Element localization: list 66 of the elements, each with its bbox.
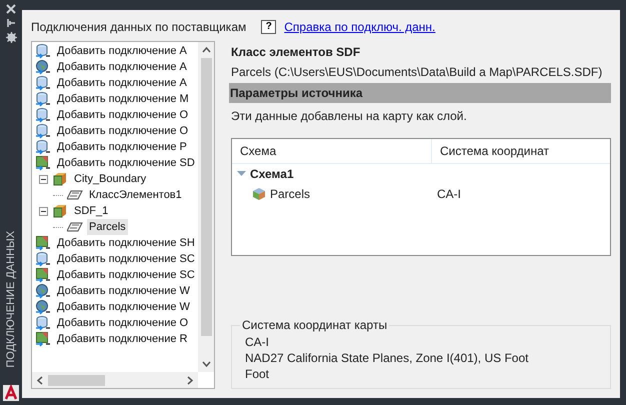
scroll-thumb[interactable] <box>48 374 105 386</box>
coordinate-system-text: CA-I <box>245 334 270 350</box>
globe-icon <box>35 59 51 75</box>
cube-icon <box>252 187 266 201</box>
scroll-thumb[interactable] <box>200 58 212 336</box>
database-icon <box>35 315 51 331</box>
help-icon[interactable]: ? <box>261 20 276 34</box>
schema-name[interactable]: Схема1 <box>250 165 294 183</box>
polygon-layer-icon <box>67 190 83 200</box>
tree-item[interactable]: Добавить подключение O <box>55 315 190 331</box>
horizontal-scrollbar[interactable] <box>32 372 198 388</box>
settings-icon[interactable] <box>6 32 16 43</box>
pin-icon[interactable] <box>6 18 16 28</box>
tree-item[interactable]: Parcels <box>87 219 128 235</box>
palette-title: ПОДКЛЮЧЕНИЕ ДАННЫХ <box>4 230 18 370</box>
table-cell-text: CA-I <box>436 186 461 203</box>
tree-item[interactable]: Добавить подключение O <box>55 107 190 123</box>
polygon-layer-icon <box>67 222 83 232</box>
tree-item[interactable]: SDF_1 <box>72 203 110 219</box>
database-icon <box>35 43 51 59</box>
database-icon <box>35 139 51 155</box>
globe-icon <box>35 283 51 299</box>
table-cell[interactable]: Parcels <box>270 185 310 203</box>
raster-icon <box>35 267 51 283</box>
database-icon <box>35 251 51 267</box>
tree-item[interactable]: Добавить подключение SC <box>55 251 197 267</box>
tree-item[interactable]: Добавить подключение M <box>55 91 191 107</box>
class-path: Parcels (C:\Users\EUS\Documents\Data\Build a Map\PARCELS.SDF) <box>231 64 604 80</box>
coordinate-system-text: Foot <box>245 366 270 382</box>
collapse-toggle[interactable] <box>39 206 48 216</box>
database-icon <box>35 107 51 123</box>
globe-icon <box>35 299 51 315</box>
raster-icon <box>35 235 51 251</box>
tree-item[interactable]: City_Boundary <box>72 171 148 187</box>
class-heading: Класс элементов SDF <box>231 44 362 60</box>
collapse-toggle[interactable] <box>39 174 48 184</box>
tree-item[interactable]: Добавить подключение R <box>55 331 190 347</box>
raster-icon <box>35 155 51 171</box>
help-link[interactable]: Справка по подключ. данн. <box>284 18 436 36</box>
coordinate-system-text: NAD27 California State Planes, Zone I(401), US Foot <box>245 350 530 366</box>
tree-item[interactable]: Добавить подключение W <box>55 283 192 299</box>
column-header[interactable]: Система координат <box>432 139 610 163</box>
tree-item[interactable]: Добавить подключение SH <box>55 235 197 251</box>
cube-icon <box>52 171 68 187</box>
tree-item[interactable]: КлассЭлементов1 <box>87 187 184 203</box>
tree-item[interactable]: Добавить подключение A <box>55 43 189 59</box>
column-header[interactable]: Схема <box>232 139 432 163</box>
vertical-scrollbar[interactable] <box>198 42 214 372</box>
panel-title: Подключения данных по поставщикам <box>31 19 246 36</box>
tree-item[interactable]: Добавить подключение A <box>55 59 189 75</box>
info-text: Эти данные добавлены на карту как слой. <box>231 108 468 124</box>
tree-item[interactable]: Добавить подключение W <box>55 299 192 315</box>
tree-item[interactable]: Добавить подключение A <box>55 75 189 91</box>
section-header: Параметры источника <box>229 83 611 103</box>
tree-item[interactable]: Добавить подключение SC <box>55 267 197 283</box>
database-icon <box>35 91 51 107</box>
raster-icon <box>35 331 51 347</box>
database-icon <box>35 123 51 139</box>
tree-item[interactable]: Добавить подключение O <box>55 123 190 139</box>
expanded-triangle-icon[interactable] <box>237 170 246 178</box>
close-icon[interactable] <box>6 4 16 14</box>
app-logo-icon[interactable] <box>3 385 19 401</box>
database-icon <box>35 75 51 91</box>
tree-item[interactable]: Добавить подключение P <box>55 139 189 155</box>
cube-icon <box>52 203 68 219</box>
tree-item[interactable]: Добавить подключение SD <box>55 155 197 171</box>
